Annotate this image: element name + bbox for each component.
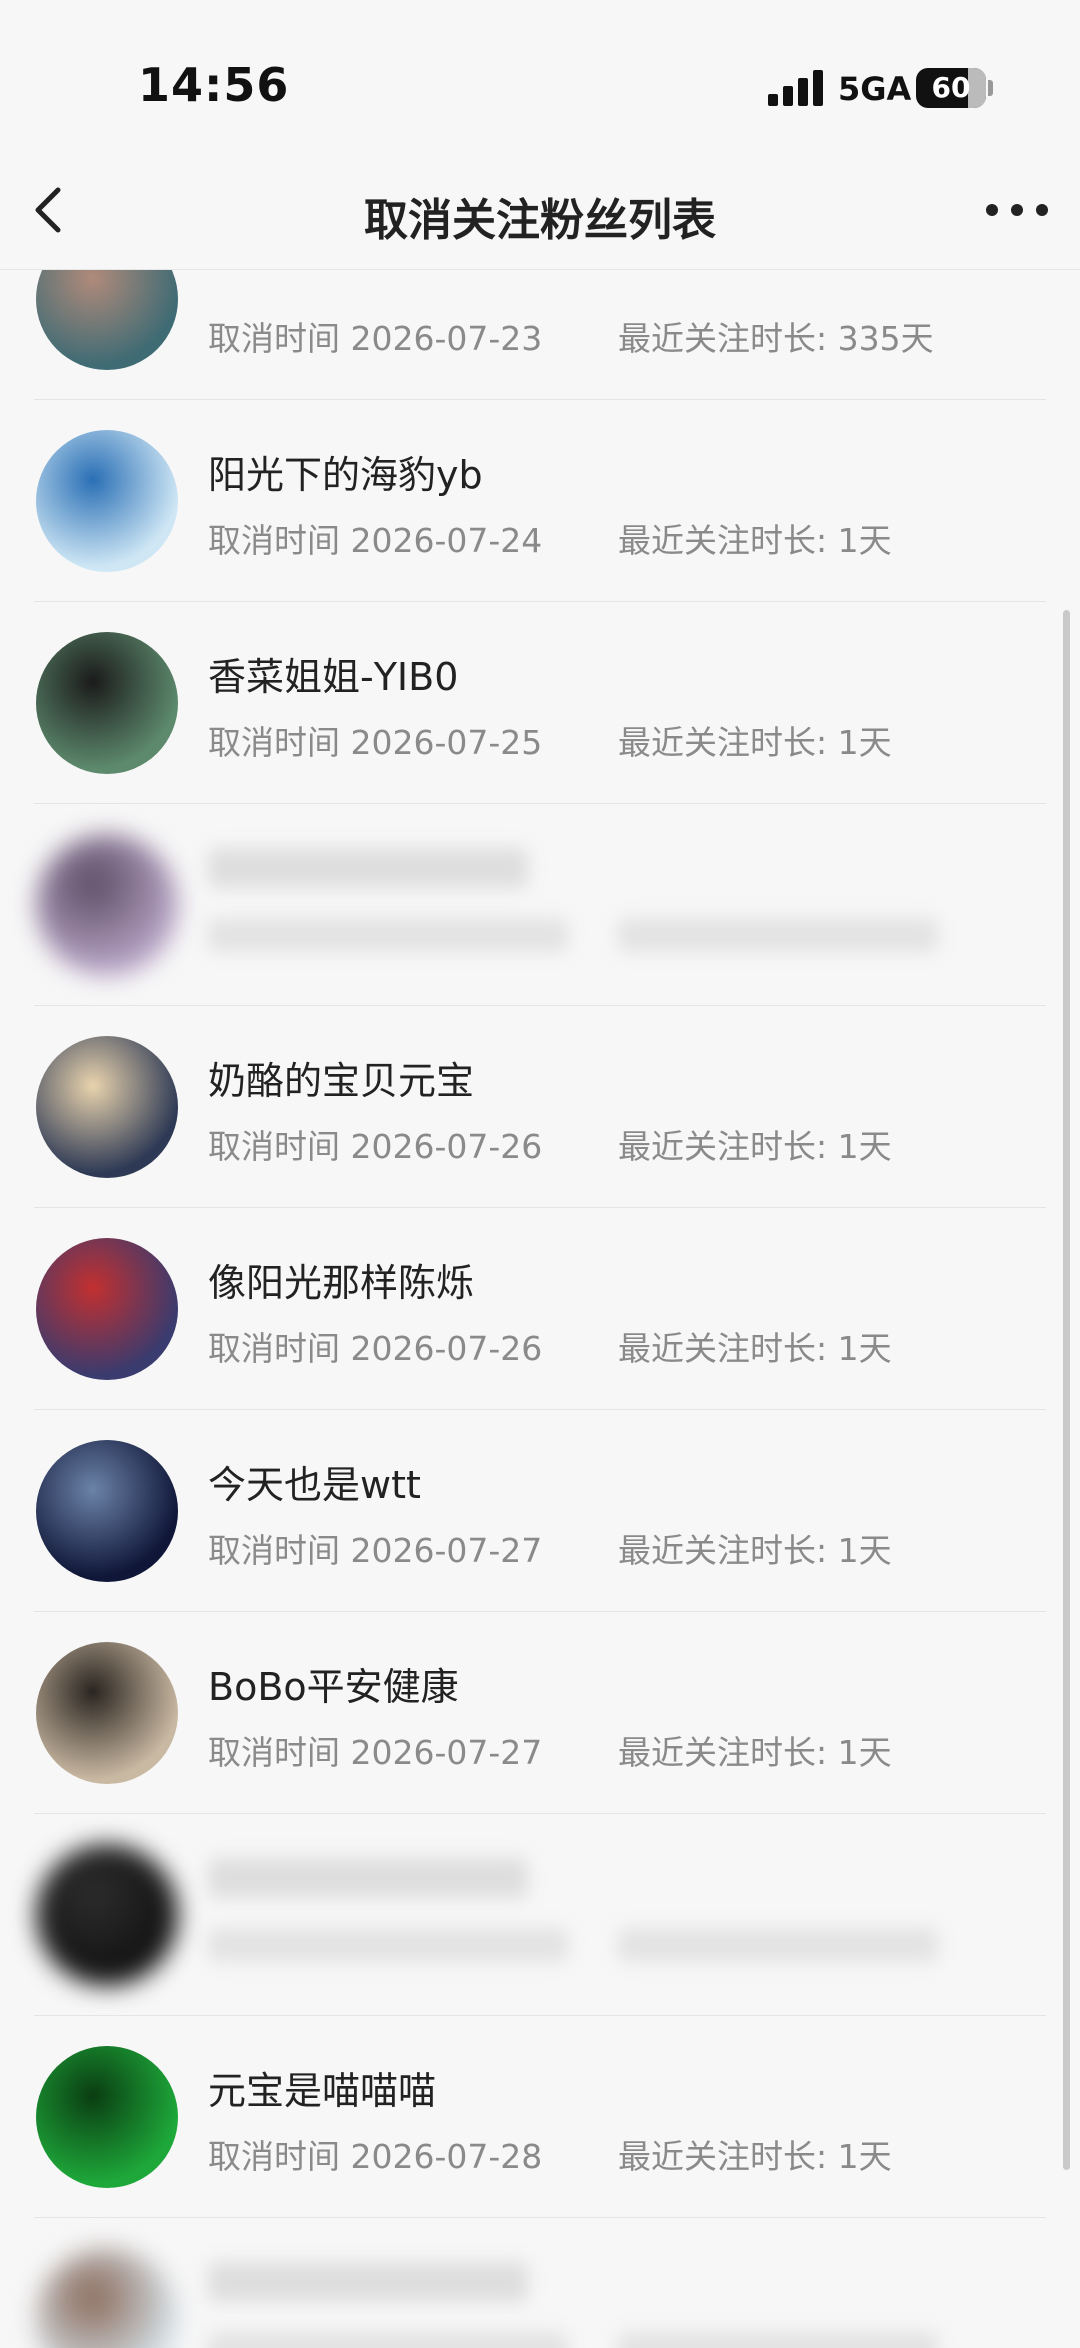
- user-name: 奶酪的宝贝元宝: [208, 1059, 475, 1103]
- list-item[interactable]: 奶酪的宝贝元宝取消时间 2026-07-26 最近关注时长: 1天: [0, 1006, 1080, 1208]
- avatar[interactable]: [36, 632, 178, 774]
- list-item[interactable]: 取消时间 2026-07-23 最近关注时长: 335天: [0, 270, 1080, 400]
- cancel-time: 取消时间 2026-07-25: [208, 723, 543, 762]
- avatar[interactable]: [36, 1036, 178, 1178]
- scrollbar[interactable]: [1063, 610, 1070, 2170]
- page-title: 取消关注粉丝列表: [364, 195, 716, 246]
- list-item[interactable]: BoBo平安健康取消时间 2026-07-27 最近关注时长: 1天: [0, 1612, 1080, 1814]
- follow-duration: 最近关注时长: 335天: [618, 319, 934, 358]
- user-name: [208, 2262, 528, 2302]
- cancel-time: [208, 918, 568, 952]
- cancel-time: 取消时间 2026-07-26: [208, 1329, 543, 1368]
- user-name: 元宝是喵喵喵: [208, 2069, 437, 2113]
- user-name: BoBo平安健康: [208, 1665, 459, 1709]
- network-label: 5GA: [838, 70, 912, 108]
- follow-duration: 最近关注时长: 1天: [618, 1329, 892, 1368]
- nav-bar: 取消关注粉丝列表: [0, 150, 1080, 270]
- cancel-time: [208, 2332, 568, 2348]
- list-item[interactable]: 香菜姐姐-YIB0 取消时间 2026-07-25 最近关注时长: 1天: [0, 602, 1080, 804]
- screen: 14:56 5GA 60 取消关注粉丝列表 取消时间 2026-07-23 最近…: [0, 0, 1080, 2348]
- user-name: [208, 1858, 528, 1898]
- avatar[interactable]: [36, 2046, 178, 2188]
- list-item[interactable]: 元宝是喵喵喵取消时间 2026-07-28 最近关注时长: 1天: [0, 2016, 1080, 2218]
- follow-duration: [618, 1928, 938, 1962]
- avatar[interactable]: [36, 1440, 178, 1582]
- status-bar: 14:56 5GA 60: [0, 0, 1080, 150]
- follow-duration: 最近关注时长: 1天: [618, 723, 892, 762]
- user-name: 阳光下的海豹yb: [208, 453, 483, 497]
- follow-duration: [618, 2332, 938, 2348]
- avatar[interactable]: [36, 1642, 178, 1784]
- more-button[interactable]: [982, 180, 1052, 240]
- user-name: [208, 848, 528, 888]
- follow-duration: 最近关注时长: 1天: [618, 1127, 892, 1166]
- avatar[interactable]: [36, 2248, 178, 2348]
- battery-tip: [988, 80, 993, 96]
- signal-icon: [768, 70, 828, 106]
- user-name: 像阳光那样陈烁: [208, 1261, 475, 1305]
- cancel-time: [208, 1928, 568, 1962]
- cancel-time: 取消时间 2026-07-23: [208, 319, 543, 358]
- user-name: 今天也是wtt: [208, 1463, 421, 1507]
- follow-duration: 最近关注时长: 1天: [618, 1531, 892, 1570]
- avatar[interactable]: [36, 1238, 178, 1380]
- list-item[interactable]: [0, 804, 1080, 1006]
- avatar[interactable]: [36, 1844, 178, 1986]
- follow-duration: [618, 918, 938, 952]
- user-name: 香菜姐姐-YIB0: [208, 655, 459, 699]
- avatar[interactable]: [36, 834, 178, 976]
- more-dots-icon: [986, 204, 1048, 216]
- follow-duration: 最近关注时长: 1天: [618, 1733, 892, 1772]
- status-time: 14:56: [138, 58, 290, 112]
- battery-icon: 60: [916, 68, 986, 108]
- cancel-time: 取消时间 2026-07-26: [208, 1127, 543, 1166]
- avatar[interactable]: [36, 430, 178, 572]
- follow-duration: 最近关注时长: 1天: [618, 521, 892, 560]
- cancel-time: 取消时间 2026-07-27: [208, 1531, 543, 1570]
- battery-level: 60: [931, 71, 971, 104]
- list-content: 取消时间 2026-07-23 最近关注时长: 335天阳光下的海豹yb 取消时间 …: [0, 270, 1080, 2348]
- cancel-time: 取消时间 2026-07-27: [208, 1733, 543, 1772]
- list-item[interactable]: [0, 1814, 1080, 2016]
- cancel-time: 取消时间 2026-07-28: [208, 2137, 543, 2176]
- cancel-time: 取消时间 2026-07-24: [208, 521, 543, 560]
- list-item[interactable]: [0, 2218, 1080, 2348]
- list-item[interactable]: 像阳光那样陈烁取消时间 2026-07-26 最近关注时长: 1天: [0, 1208, 1080, 1410]
- list-item[interactable]: 阳光下的海豹yb 取消时间 2026-07-24 最近关注时长: 1天: [0, 400, 1080, 602]
- list-item[interactable]: 今天也是wtt 取消时间 2026-07-27 最近关注时长: 1天: [0, 1410, 1080, 1612]
- follow-duration: 最近关注时长: 1天: [618, 2137, 892, 2176]
- avatar[interactable]: [36, 270, 178, 370]
- unfollow-list[interactable]: 取消时间 2026-07-23 最近关注时长: 335天阳光下的海豹yb 取消时间 …: [0, 270, 1080, 2348]
